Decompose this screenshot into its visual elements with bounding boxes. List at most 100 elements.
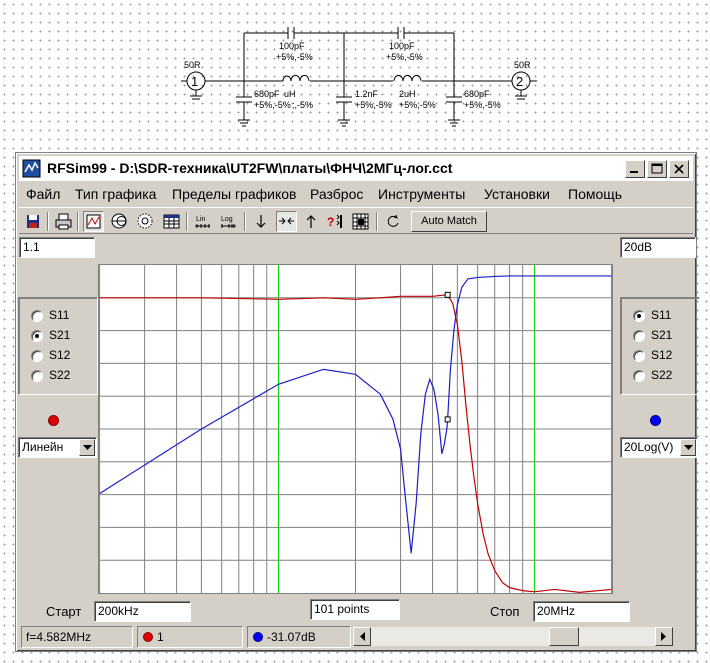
minimize-button[interactable] [625,160,645,178]
rect-plot-button[interactable] [83,211,104,232]
menu-tools[interactable]: Инструменты [378,186,465,202]
left-param-group: S11 S21 S12 S22 [18,297,98,395]
status-frequency: f=4.582MHz [21,626,133,648]
table-icon [163,214,180,229]
lin-scale-button[interactable]: Lin [192,211,213,232]
left-radio-s12[interactable]: S12 [19,347,97,365]
minimize-icon [630,171,638,173]
svg-text:Log: Log [221,216,233,223]
status-bar: f=4.582MHz 1 -31.07dB [19,625,693,649]
window-title: RFSim99 - D:\SDR-техника\UT2FW\платы\ФНЧ… [47,160,453,176]
print-button[interactable] [53,211,74,232]
schematic-diagram: 50R 1 50R 2 100pF +5%,-5% 100pF +5%,-5% … [181,27,537,127]
points-input[interactable]: 101 points [310,599,400,620]
right-trace-color-indicator [650,415,661,426]
right-radio-s21[interactable]: S21 [621,327,699,345]
help-context-button[interactable]: ? [325,211,346,232]
maximize-icon [651,163,663,174]
cap-shunt-2-tol: +5%,-5% [355,100,392,110]
polar-chart-icon [137,213,153,229]
close-icon [674,164,684,174]
cap-top-2-value: 100pF [389,41,415,51]
menu-file[interactable]: Файл [26,186,60,202]
marker-point[interactable] [444,291,451,298]
cap-shunt-1-tol: +5%,-5% [254,100,291,110]
marker-center-icon [279,217,294,225]
chevron-down-icon[interactable] [79,439,95,456]
help-context-icon: ? [327,214,342,229]
marker-up-button[interactable] [301,211,322,232]
log-scale-icon: Log [221,216,236,228]
grid-icon [352,213,369,230]
grid-button[interactable] [350,211,371,232]
start-label: Старт [46,604,82,619]
status-trace2: -31.07dB [247,626,351,648]
scroll-thumb[interactable] [549,627,579,646]
left-radio-s22[interactable]: S22 [19,367,97,385]
close-button[interactable] [669,160,689,178]
left-radio-s21[interactable]: S21 [19,327,97,345]
marker-center-button[interactable] [276,211,297,232]
smith-chart-button[interactable] [109,211,130,232]
right-radio-s22[interactable]: S22 [621,367,699,385]
right-radio-s12[interactable]: S12 [621,347,699,365]
polar-chart-button[interactable] [135,211,156,232]
table-button[interactable] [161,211,182,232]
start-frequency-input[interactable]: 200kHz [94,601,191,622]
right-scale-mode-value: 20Log(V) [624,440,674,454]
ind-2-tol: +5%,-5% [399,100,436,110]
maximize-button[interactable] [647,160,667,178]
port1-name: 50R [184,60,201,70]
menu-graph-type[interactable]: Тип графика [75,186,156,202]
ind-1-tol: ;,-5% [292,100,313,110]
chevron-down-icon[interactable] [680,439,696,456]
print-icon [55,213,72,230]
cap-top-1-value: 100pF [279,41,305,51]
cap-shunt-1-value: 680pF [254,89,280,99]
cap-top-2-tol: +5%,-5% [386,52,423,62]
save-button[interactable] [23,211,44,232]
app-icon [22,159,41,178]
left-radio-s11[interactable]: S11 [19,307,97,325]
stop-label: Стоп [490,604,520,619]
rotate-button[interactable] [383,211,404,232]
smith-chart-icon [111,213,127,229]
auto-match-button[interactable]: Auto Match [411,211,487,232]
left-scale-mode-select[interactable]: Линейн [18,437,97,458]
marker-up-icon [306,215,316,228]
scroll-left-button[interactable] [353,627,371,646]
status-trace2-value: -31.07dB [267,630,316,644]
right-param-group: S11 S21 S12 S22 [620,297,700,395]
right-radio-s11[interactable]: S11 [621,307,699,325]
stop-frequency-input[interactable]: 20MHz [533,601,630,622]
port2-number: 2 [516,74,523,89]
rfsim-window: RFSim99 - D:\SDR-техника\UT2FW\платы\ФНЧ… [15,152,700,652]
cap-shunt-3-value: 680pF [464,89,490,99]
frequency-scrollbar[interactable] [353,627,673,646]
log-scale-button[interactable]: Log [218,211,239,232]
rotate-icon [387,214,399,227]
menu-bar: Файл Тип графика Пределы графиков Разбро… [19,183,693,205]
marker-down-button[interactable] [251,211,272,232]
status-trace1-value: 1 [157,630,164,644]
right-scale-mode-select[interactable]: 20Log(V) [620,437,698,458]
port2-name: 50R [514,60,531,70]
ind-2-value: 2uH [399,89,416,99]
marker-down-icon [256,215,266,228]
menu-settings[interactable]: Установки [484,186,550,202]
port1-number: 1 [191,74,198,89]
menu-help[interactable]: Помощь [568,186,622,202]
right-scale-input[interactable]: 20dB [620,237,696,258]
marker-point[interactable] [444,416,451,423]
response-plot[interactable] [98,264,613,594]
scroll-right-button[interactable] [655,627,673,646]
left-scale-mode-value: Линейн [22,440,64,454]
cap-shunt-2-value: 1.2nF [355,89,379,99]
chevron-right-icon [661,632,666,641]
save-icon [27,215,39,228]
title-bar[interactable]: RFSim99 - D:\SDR-техника\UT2FW\платы\ФНЧ… [19,156,693,181]
left-scale-input[interactable]: 1.1 [19,237,95,258]
menu-graph-limits[interactable]: Пределы графиков [172,186,296,202]
left-trace-color-indicator [48,415,59,426]
menu-tolerance[interactable]: Разброс [310,186,363,202]
